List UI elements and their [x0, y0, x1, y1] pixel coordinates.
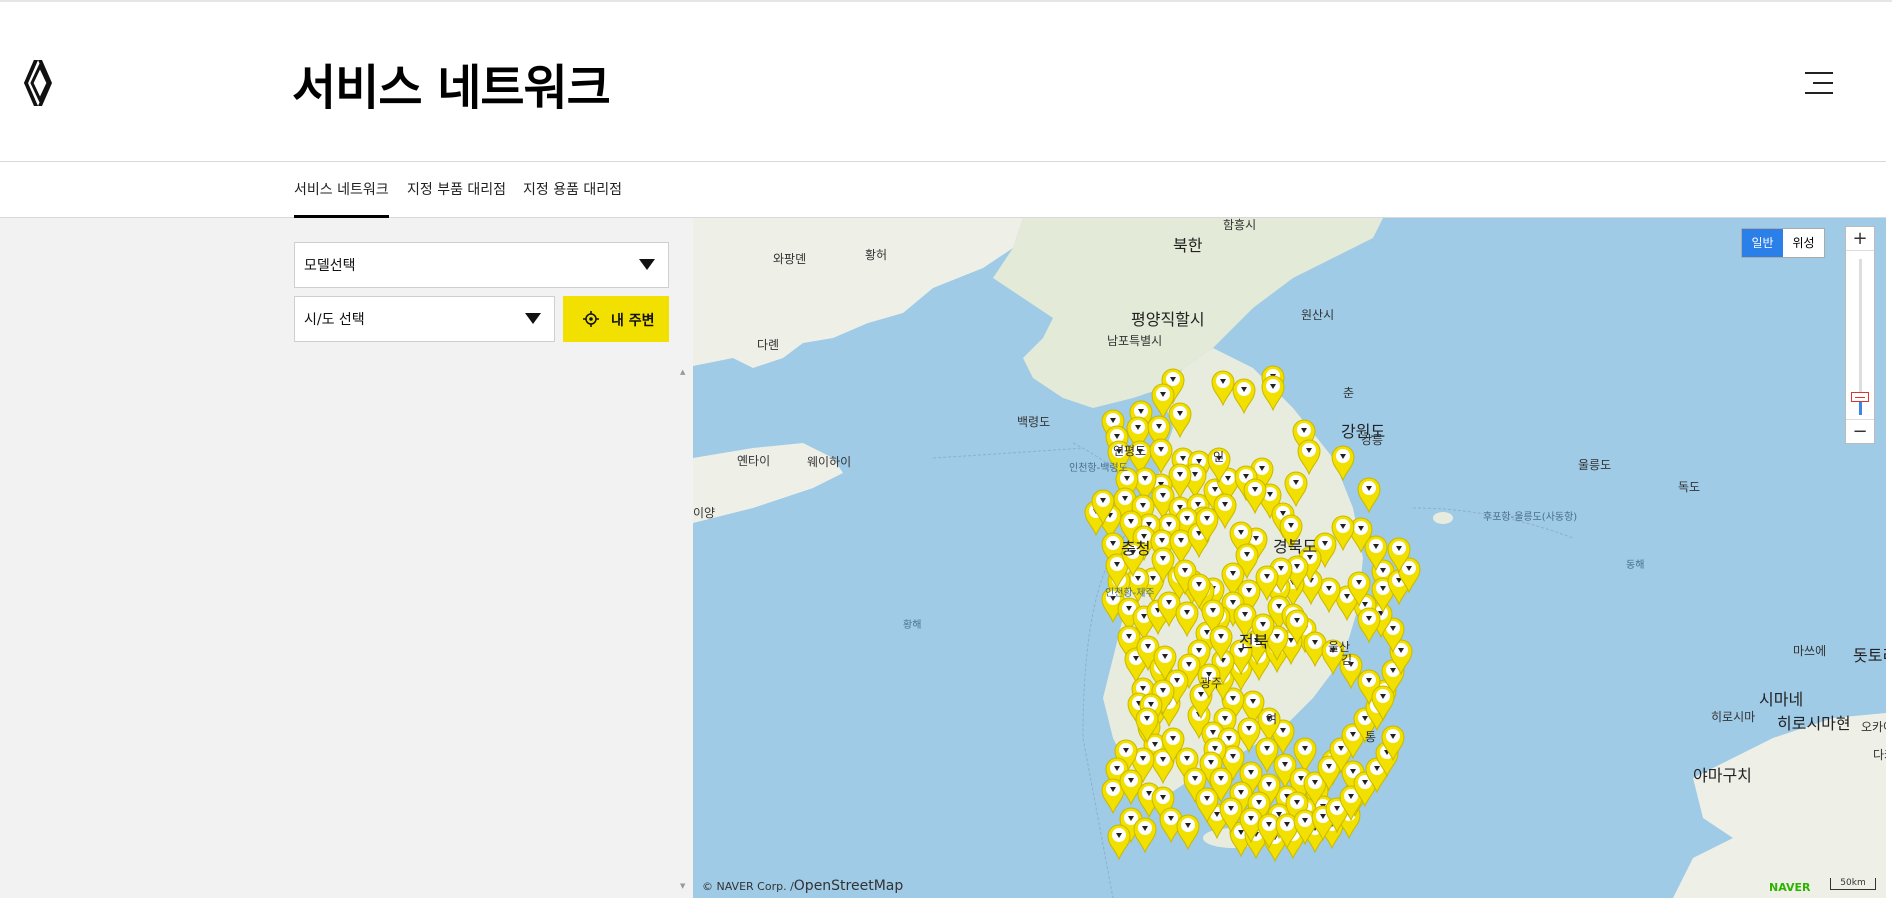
map-label: 춘 [1343, 386, 1355, 400]
map-copyright: © NAVER Corp. /OpenStreetMap [702, 878, 903, 894]
map-label: 히로시마 [1711, 710, 1756, 724]
map-label: 동해 [1626, 560, 1645, 571]
tab-service-network[interactable]: 서비스 네트워크 [294, 163, 389, 218]
map-label: 북한 [1173, 236, 1203, 255]
map-type-satellite-button[interactable]: 위성 [1783, 229, 1824, 257]
map-label: 충청 [1121, 539, 1151, 558]
map-label: 김 [1341, 653, 1353, 667]
map-label: 웨이하이 [807, 455, 852, 469]
chevron-down-icon [525, 313, 541, 324]
map-label: 이양 [693, 506, 716, 520]
map-type-toggle: 일반 위성 [1741, 228, 1825, 258]
nearby-button[interactable]: 내 주변 [563, 296, 669, 342]
map-scale-bar: 50km [1830, 878, 1876, 890]
region-select-label: 시/도 선택 [304, 312, 365, 328]
map-label: 인 [1213, 450, 1225, 464]
map-label: 남포특별시 [1107, 334, 1163, 348]
zoom-slider-handle[interactable] [1851, 392, 1869, 402]
map-label: 강릉 [1361, 433, 1384, 447]
map-canvas[interactable] [693, 218, 1886, 898]
region-select[interactable]: 시/도 선택 [294, 296, 555, 342]
page-title: 서비스 네트워크 [292, 60, 611, 116]
tab-bar: 서비스 네트워크 지정 부품 대리점 지정 용품 대리점 [0, 163, 1886, 218]
site-header: 서비스 네트워크 [0, 2, 1886, 162]
map-label: 여 [1266, 712, 1278, 726]
service-location-marker-icon[interactable] [1133, 817, 1157, 854]
copyright-text: © NAVER Corp. / [702, 880, 794, 893]
model-select-label: 모델선택 [304, 258, 356, 274]
scroll-down-arrow-icon[interactable]: ▼ [680, 882, 685, 890]
map-label: 울릉도 [1578, 458, 1612, 472]
location-target-icon [583, 311, 599, 327]
zoom-in-button[interactable]: + [1846, 227, 1874, 251]
map-label: 전북 [1239, 632, 1269, 651]
map-type-normal-button[interactable]: 일반 [1742, 229, 1783, 257]
map-label: 돗토리 [1853, 646, 1886, 665]
map-label: 마쓰에 [1793, 644, 1827, 658]
service-location-marker-icon[interactable] [1107, 824, 1131, 861]
naver-logo[interactable]: NAVER [1769, 881, 1810, 894]
zoom-control: + − [1845, 226, 1875, 444]
map-label: 황해 [903, 620, 922, 631]
map-label: 통 [1365, 730, 1377, 744]
service-location-marker-icon[interactable] [1293, 737, 1317, 774]
tab-parts-dealer[interactable]: 지정 부품 대리점 [407, 163, 506, 218]
map-label: 경북도 [1273, 537, 1318, 556]
map-label: 백령도 [1017, 415, 1051, 429]
service-location-marker-icon[interactable] [1357, 607, 1381, 644]
map-label: 야마구치 [1693, 766, 1752, 785]
scroll-up-arrow-icon[interactable]: ▲ [680, 368, 685, 376]
map-label: 독도 [1678, 480, 1701, 494]
tab-accessory-dealer[interactable]: 지정 용품 대리점 [523, 163, 622, 218]
hamburger-menu-icon[interactable] [1805, 70, 1833, 96]
map-label: 옌타이 [737, 454, 771, 468]
map-label: 황허 [865, 248, 888, 262]
map-label: 광주 [1200, 676, 1223, 690]
map-label: 다롄 [757, 338, 780, 352]
zoom-out-button[interactable]: − [1846, 419, 1874, 443]
renault-diamond-icon[interactable] [20, 58, 60, 108]
map-label: 다카 [1873, 748, 1886, 762]
nearby-button-label: 내 주변 [611, 313, 655, 329]
search-sidebar: 모델선택 시/도 선택 내 주변 ▲ ▼ [0, 218, 693, 898]
map-label: 시마네 [1759, 690, 1804, 709]
map-label: 오카야 [1861, 720, 1886, 734]
model-select[interactable]: 모델선택 [294, 242, 669, 288]
map-label: 와팡뎬 [773, 252, 807, 266]
map-label: 인천항-백령도 [1069, 463, 1128, 474]
map-label: 평양직할시 [1131, 310, 1205, 329]
map-label: 후포항-울릉도(사동항) [1483, 512, 1578, 523]
map-label: 함흥시 [1223, 218, 1257, 232]
chevron-down-icon [639, 259, 655, 270]
map-label: 원산시 [1301, 308, 1335, 322]
map-label: 히로시마현 [1777, 714, 1851, 733]
map-view[interactable]: 북한 함흥시 황허 와팡뎬 평양직할시 원산시 남포특별시 다롄 백령도 연평도 인천항-백령도 강원… [693, 218, 1886, 898]
service-location-marker-icon[interactable] [1176, 814, 1200, 851]
map-label: 인천항-제주 [1105, 588, 1155, 599]
osm-link[interactable]: OpenStreetMap [794, 878, 903, 894]
map-label: 연평도 [1113, 444, 1147, 458]
service-location-marker-icon[interactable] [1357, 477, 1381, 514]
